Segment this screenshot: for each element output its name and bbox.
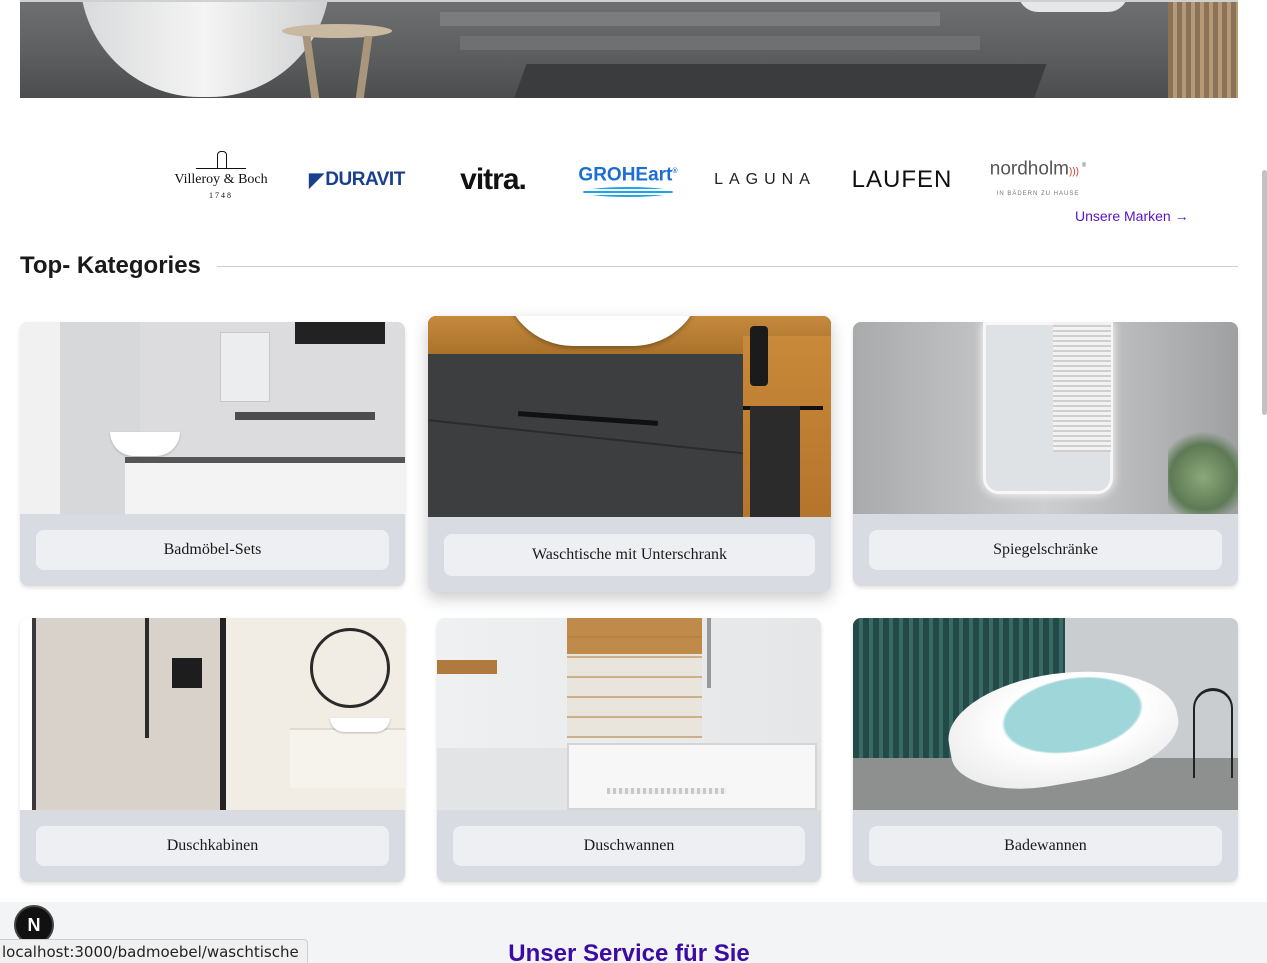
crown-icon <box>196 151 246 169</box>
brand-logo-vitra[interactable]: vitra. <box>448 150 538 210</box>
browser-status-bar-url: localhost:3000/badmoebel/waschtische <box>0 939 308 963</box>
heat-waves-icon: ))) <box>1069 166 1082 178</box>
brand-logo-nordholm[interactable]: nordholm))) ® IN BÄDERN ZU HAUSE <box>988 150 1088 210</box>
category-label: Waschtische mit Unterschrank <box>444 534 815 576</box>
category-label: Duschwannen <box>453 826 805 866</box>
category-card-waschtische[interactable]: Waschtische mit Unterschrank <box>428 316 831 592</box>
water-waves-icon <box>583 186 673 197</box>
brand-logo-grohe[interactable]: GROHEart® <box>572 150 684 210</box>
section-title: Top- Kategories <box>20 252 201 279</box>
category-label: Badewannen <box>869 826 1222 866</box>
section-divider <box>217 266 1238 267</box>
category-label: Duschkabinen <box>36 826 389 866</box>
category-card-badewannen[interactable]: Badewannen <box>853 618 1238 882</box>
category-image <box>853 618 1238 810</box>
duravit-mark-icon: ◤ <box>309 169 324 191</box>
page: Villeroy & Boch 1748 ◤ DURAVIT vitra. GR… <box>0 0 1267 963</box>
brand-logo-villeroy-boch[interactable]: Villeroy & Boch 1748 <box>170 150 272 210</box>
all-brands-link[interactable]: Unsere Marken → <box>1075 208 1189 224</box>
category-image <box>437 618 821 810</box>
category-image <box>853 322 1238 514</box>
category-label: Badmöbel-Sets <box>36 530 389 570</box>
brand-logo-duravit[interactable]: ◤ DURAVIT <box>307 150 407 210</box>
category-image <box>20 322 405 514</box>
category-image <box>20 618 405 810</box>
category-card-duschkabinen[interactable]: Duschkabinen <box>20 618 405 882</box>
brand-logos-strip: Villeroy & Boch 1748 ◤ DURAVIT vitra. GR… <box>150 150 1190 210</box>
category-card-spiegelschraenke[interactable]: Spiegelschränke <box>853 322 1238 586</box>
brand-logo-laguna[interactable]: LAGUNA <box>710 150 820 210</box>
scrollbar-thumb[interactable] <box>1262 170 1267 415</box>
category-label: Spiegelschränke <box>869 530 1222 570</box>
hero-banner-image <box>20 0 1238 98</box>
category-image <box>428 316 831 517</box>
category-card-duschwannen[interactable]: Duschwannen <box>437 618 821 882</box>
category-card-badmoebel-sets[interactable]: Badmöbel-Sets <box>20 322 405 586</box>
brand-logo-laufen[interactable]: LAUFEN <box>847 150 957 210</box>
